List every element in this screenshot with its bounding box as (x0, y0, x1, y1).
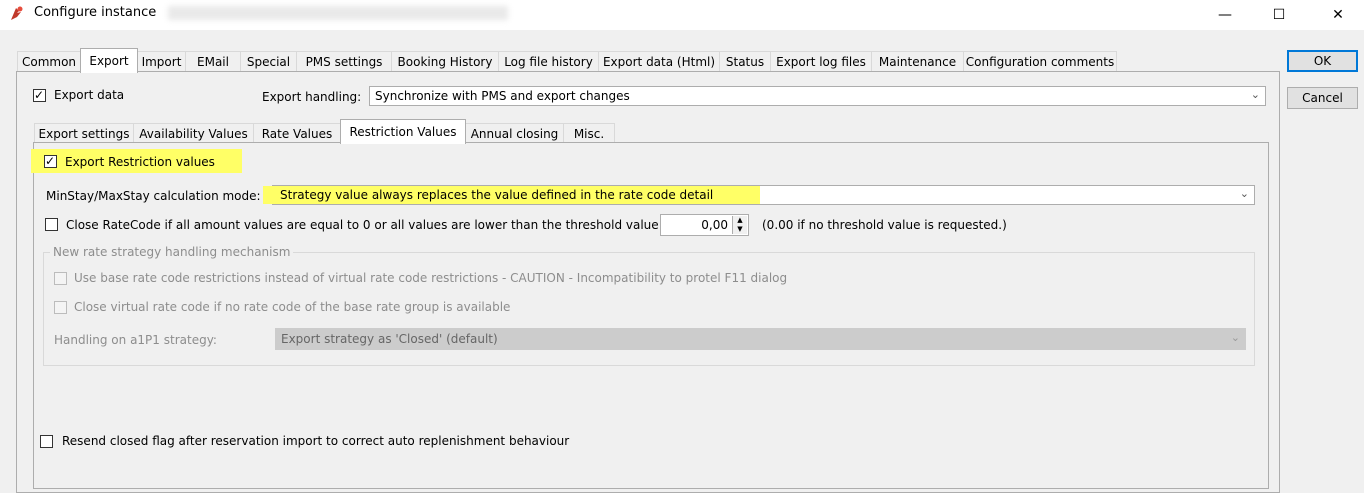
tab-import[interactable]: Import (137, 51, 186, 72)
subtab-rate-values[interactable]: Rate Values (253, 123, 341, 144)
subtab-availability-values[interactable]: Availability Values (133, 123, 254, 144)
calc-mode-label: MinStay/MaxStay calculation mode: (46, 189, 261, 203)
tab-common[interactable]: Common (17, 51, 81, 72)
resend-closed-checkbox[interactable] (40, 435, 53, 448)
tab-log-file-history[interactable]: Log file history (498, 51, 599, 72)
export-restriction-checkbox[interactable] (44, 153, 57, 169)
tab-maintenance[interactable]: Maintenance (871, 51, 964, 72)
tab-pms-settings[interactable]: PMS settings (296, 51, 392, 72)
export-handling-label: Export handling: (262, 90, 362, 104)
tab-status[interactable]: Status (719, 51, 771, 72)
a1p1-value: Export strategy as 'Closed' (default) (281, 332, 498, 346)
spinner-buttons[interactable]: ▲ ▼ (732, 216, 747, 234)
chevron-down-icon: ⌄ (1230, 331, 1240, 344)
spinner-down-icon[interactable]: ▼ (733, 225, 747, 234)
subtab-export-settings[interactable]: Export settings (34, 123, 134, 144)
export-restriction-label: Export Restriction values (65, 155, 215, 169)
close-virtual-checkbox[interactable] (54, 301, 67, 314)
close-ratecode-checkbox[interactable] (45, 218, 58, 231)
tab-configuration-comments[interactable]: Configuration comments (963, 51, 1117, 72)
threshold-spinner[interactable]: 0,00 ▲ ▼ (660, 214, 749, 236)
minimize-button[interactable]: — (1202, 0, 1248, 30)
maximize-button[interactable]: ☐ (1256, 0, 1302, 30)
base-rate-label: Use base rate code restrictions instead … (74, 271, 788, 285)
subtab-misc[interactable]: Misc. (563, 123, 615, 144)
tab-export-data-html[interactable]: Export data (Html) (598, 51, 720, 72)
a1p1-select[interactable]: Export strategy as 'Closed' (default) ⌄ (275, 328, 1246, 350)
export-handling-select[interactable]: Synchronize with PMS and export changes … (369, 86, 1266, 106)
tab-email[interactable]: EMail (185, 51, 241, 72)
blurred-title-detail (168, 6, 508, 20)
export-data-label: Export data (54, 88, 125, 102)
chevron-down-icon: ⌄ (1239, 187, 1249, 200)
a1p1-label: Handling on a1P1 strategy: (54, 333, 217, 347)
spinner-up-icon[interactable]: ▲ (733, 216, 747, 225)
calc-mode-select[interactable]: Strategy value always replaces the value… (263, 185, 1255, 205)
chevron-down-icon: ⌄ (1250, 88, 1260, 101)
title-bar: Configure instance — ☐ ✕ (0, 0, 1364, 30)
app-icon (11, 6, 23, 20)
export-handling-value: Synchronize with PMS and export changes (375, 89, 630, 103)
calc-mode-value: Strategy value always replaces the value… (280, 188, 714, 202)
threshold-hint: (0.00 if no threshold value is requested… (762, 218, 1007, 232)
tab-export[interactable]: Export (80, 48, 138, 73)
resend-closed-label: Resend closed flag after reservation imp… (62, 434, 570, 448)
group-title: New rate strategy handling mechanism (50, 245, 294, 259)
close-button[interactable]: ✕ (1315, 0, 1361, 30)
close-virtual-label: Close virtual rate code if no rate code … (74, 300, 511, 314)
base-rate-checkbox[interactable] (54, 272, 67, 285)
close-ratecode-label: Close RateCode if all amount values are … (66, 218, 659, 232)
subtab-restriction-values[interactable]: Restriction Values (340, 119, 466, 144)
threshold-value: 0,00 (701, 218, 728, 232)
subtab-annual-closing[interactable]: Annual closing (465, 123, 564, 144)
tab-booking-history[interactable]: Booking History (391, 51, 499, 72)
cancel-button[interactable]: Cancel (1287, 87, 1358, 109)
ok-button[interactable]: OK (1287, 50, 1358, 72)
tab-export-log-files[interactable]: Export log files (770, 51, 872, 72)
tab-special[interactable]: Special (240, 51, 297, 72)
window-title: Configure instance (34, 5, 157, 20)
export-data-checkbox[interactable] (33, 87, 46, 103)
